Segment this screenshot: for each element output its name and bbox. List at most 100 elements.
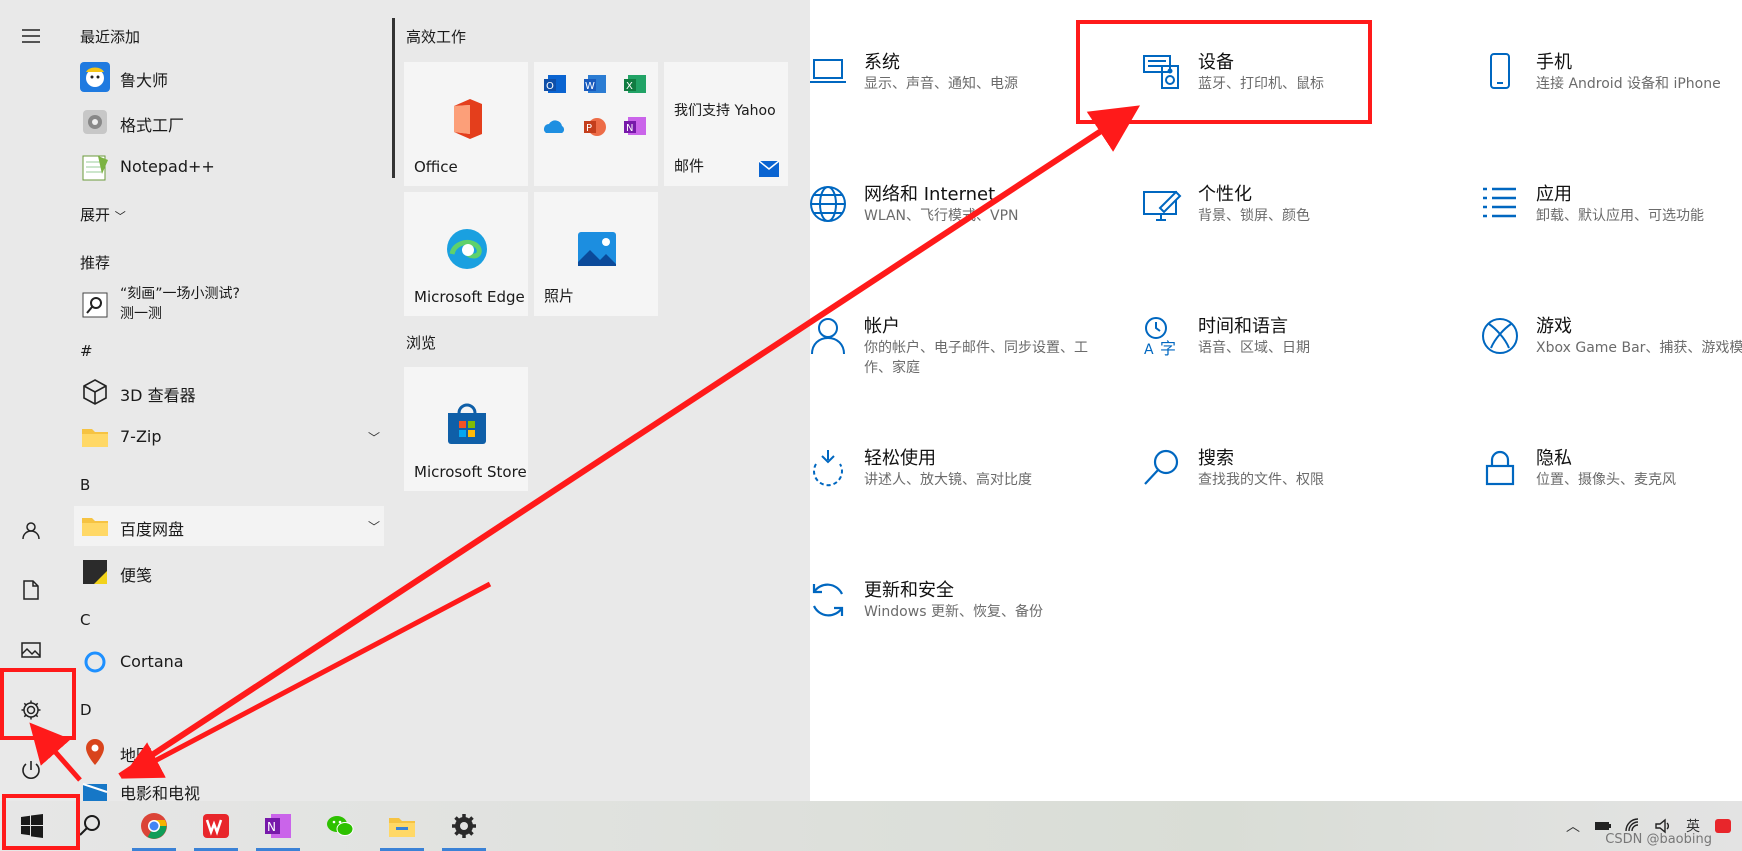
chevron-down-icon: ﹀ — [114, 210, 126, 223]
wps-icon — [203, 814, 229, 838]
svg-text:A: A — [1144, 342, 1154, 356]
settings-item-desc: 讲述人、放大镜、高对比度 — [864, 472, 1032, 488]
letter-header-d[interactable]: D — [80, 701, 92, 719]
tile-group-productivity[interactable]: 高效工作 — [406, 26, 466, 47]
app-item-notepadpp[interactable]: Notepad++ — [74, 147, 384, 187]
app-item-3d-viewer[interactable]: 3D 查看器 — [74, 372, 384, 412]
app-name: Cortana — [120, 652, 184, 671]
chevron-up-icon[interactable]: ︿ — [1564, 817, 1582, 835]
tile-edge[interactable]: Microsoft Edge — [404, 192, 528, 316]
wps-button[interactable] — [188, 801, 244, 851]
settings-item-title: 轻松使用 — [864, 448, 936, 469]
file-explorer-button[interactable] — [374, 801, 430, 851]
search-icon — [1142, 448, 1182, 488]
account-button[interactable] — [11, 510, 51, 550]
wps-tray-icon[interactable] — [1714, 817, 1732, 835]
cortana-icon — [80, 647, 110, 677]
settings-item-title: 搜索 — [1198, 448, 1234, 469]
tile-group-browse[interactable]: 浏览 — [406, 332, 436, 353]
onenote-button[interactable]: N — [250, 801, 306, 851]
update-icon — [808, 580, 848, 620]
svg-text:N: N — [626, 123, 633, 134]
settings-item-update-security[interactable]: 更新和安全 Windows 更新、恢复、备份 — [808, 576, 1108, 666]
letter-header-c[interactable]: C — [80, 611, 90, 629]
settings-item-personalization[interactable]: 个性化 背景、锁屏、颜色 — [1142, 180, 1442, 270]
start-button[interactable] — [4, 801, 60, 851]
office-icon — [444, 96, 490, 142]
recommend-text: “刻画”一场小测试? 测一测 — [120, 284, 240, 324]
chrome-button[interactable] — [126, 801, 182, 851]
app-item-movies-tv[interactable]: 电影和电视 — [74, 776, 384, 801]
app-name: 鲁大师 — [120, 71, 169, 90]
settings-item-apps[interactable]: 应用 卸载、默认应用、可选功能 — [1480, 180, 1742, 270]
app-item-ludashi[interactable]: 鲁大师 — [74, 57, 384, 97]
tile-office[interactable]: Office — [404, 62, 528, 186]
letter-header-b[interactable]: B — [80, 476, 90, 494]
tile-store[interactable]: Microsoft Store — [404, 367, 528, 491]
settings-item-desc: 位置、摄像头、麦克风 — [1536, 472, 1676, 488]
settings-item-title: 隐私 — [1536, 448, 1572, 469]
letter-header-hash[interactable]: # — [80, 342, 93, 360]
tile-photos[interactable]: 照片 — [534, 192, 658, 316]
settings-button[interactable] — [11, 690, 51, 730]
settings-item-system[interactable]: 系统 显示、声音、通知、电源 — [808, 48, 1108, 138]
tile-yahoo-text: 我们支持 Yahoo — [674, 103, 776, 119]
tile-label: Office — [414, 158, 458, 176]
chevron-down-icon[interactable]: ﹀ — [368, 518, 380, 535]
phone-icon — [1480, 52, 1520, 92]
app-item-baidu-netdisk[interactable]: 百度网盘 ﹀ — [74, 506, 384, 546]
power-button[interactable] — [11, 750, 51, 790]
app-item-sticky-notes[interactable]: 便笺 — [74, 552, 384, 592]
settings-item-title: 网络和 Internet — [864, 184, 996, 205]
hamburger-icon — [22, 29, 40, 43]
wechat-icon — [327, 816, 354, 836]
scroll-divider[interactable] — [392, 18, 395, 178]
expand-button[interactable]: 展开 ﹀ — [80, 204, 126, 225]
search-button[interactable] — [62, 801, 118, 851]
app-item-7zip[interactable]: 7-Zip ﹀ — [74, 417, 384, 457]
edge-icon — [444, 226, 490, 272]
tile-mail[interactable]: 我们支持 Yahoo 邮件 — [664, 62, 788, 186]
settings-item-gaming[interactable]: 游戏 Xbox Game Bar、捕获、游戏模式 — [1480, 312, 1742, 402]
laptop-icon — [808, 52, 848, 92]
excel-icon: X — [622, 72, 648, 98]
onenote-icon: N — [622, 114, 648, 140]
settings-item-devices[interactable]: 设备 蓝牙、打印机、鼠标 — [1142, 48, 1442, 138]
hamburger-menu-button[interactable] — [11, 16, 51, 56]
settings-item-ease-of-access[interactable]: 轻松使用 讲述人、放大镜、高对比度 — [808, 444, 1108, 534]
chevron-down-icon[interactable]: ﹀ — [368, 429, 380, 446]
map-pin-icon — [80, 737, 110, 767]
settings-item-desc: WLAN、飞行模式、VPN — [864, 208, 1019, 224]
app-item-cortana[interactable]: Cortana — [74, 642, 384, 682]
tiles-area: 高效工作 Office O W X P N 我们支持 Yahoo 邮件 Micr… — [396, 0, 810, 801]
app-item-recommend-quiz[interactable]: “刻画”一场小测试? 测一测 — [74, 282, 384, 330]
settings-taskbar-button[interactable] — [436, 801, 492, 851]
settings-item-desc: 语音、区域、日期 — [1198, 340, 1310, 356]
app-name: Notepad++ — [120, 157, 215, 176]
settings-item-privacy[interactable]: 隐私 位置、摄像头、麦克风 — [1480, 444, 1742, 534]
section-header-recommend: 推荐 — [80, 254, 111, 272]
app-name: 便笺 — [120, 566, 153, 585]
app-name: 百度网盘 — [120, 520, 185, 539]
settings-item-phone[interactable]: 手机 连接 Android 设备和 iPhone — [1480, 48, 1742, 138]
onedrive-icon — [542, 114, 568, 140]
settings-item-accounts[interactable]: 帐户 你的帐户、电子邮件、同步设置、工作、家庭 — [808, 312, 1108, 402]
settings-item-network[interactable]: 网络和 Internet WLAN、飞行模式、VPN — [808, 180, 1108, 270]
tile-label: 邮件 — [674, 157, 705, 175]
folder-icon — [80, 422, 110, 452]
tile-office-apps-folder[interactable]: O W X P N — [534, 62, 658, 186]
settings-item-search[interactable]: 搜索 查找我的文件、权限 — [1142, 444, 1442, 534]
outlook-icon: O — [542, 72, 568, 98]
app-name: 格式工厂 — [120, 116, 185, 135]
app-item-maps[interactable]: 地图 — [74, 732, 384, 772]
app-item-format-factory[interactable]: 格式工厂 — [74, 102, 384, 142]
pictures-button[interactable] — [11, 630, 51, 670]
settings-item-title: 系统 — [864, 52, 900, 73]
settings-item-title: 手机 — [1536, 52, 1572, 73]
settings-item-time-language[interactable]: A字 时间和语言 语音、区域、日期 — [1142, 312, 1442, 402]
apps-list-icon — [1480, 184, 1520, 224]
wechat-button[interactable] — [312, 801, 368, 851]
settings-item-title: 设备 — [1198, 52, 1234, 73]
documents-button[interactable] — [11, 570, 51, 610]
app-name: 3D 查看器 — [120, 386, 196, 405]
